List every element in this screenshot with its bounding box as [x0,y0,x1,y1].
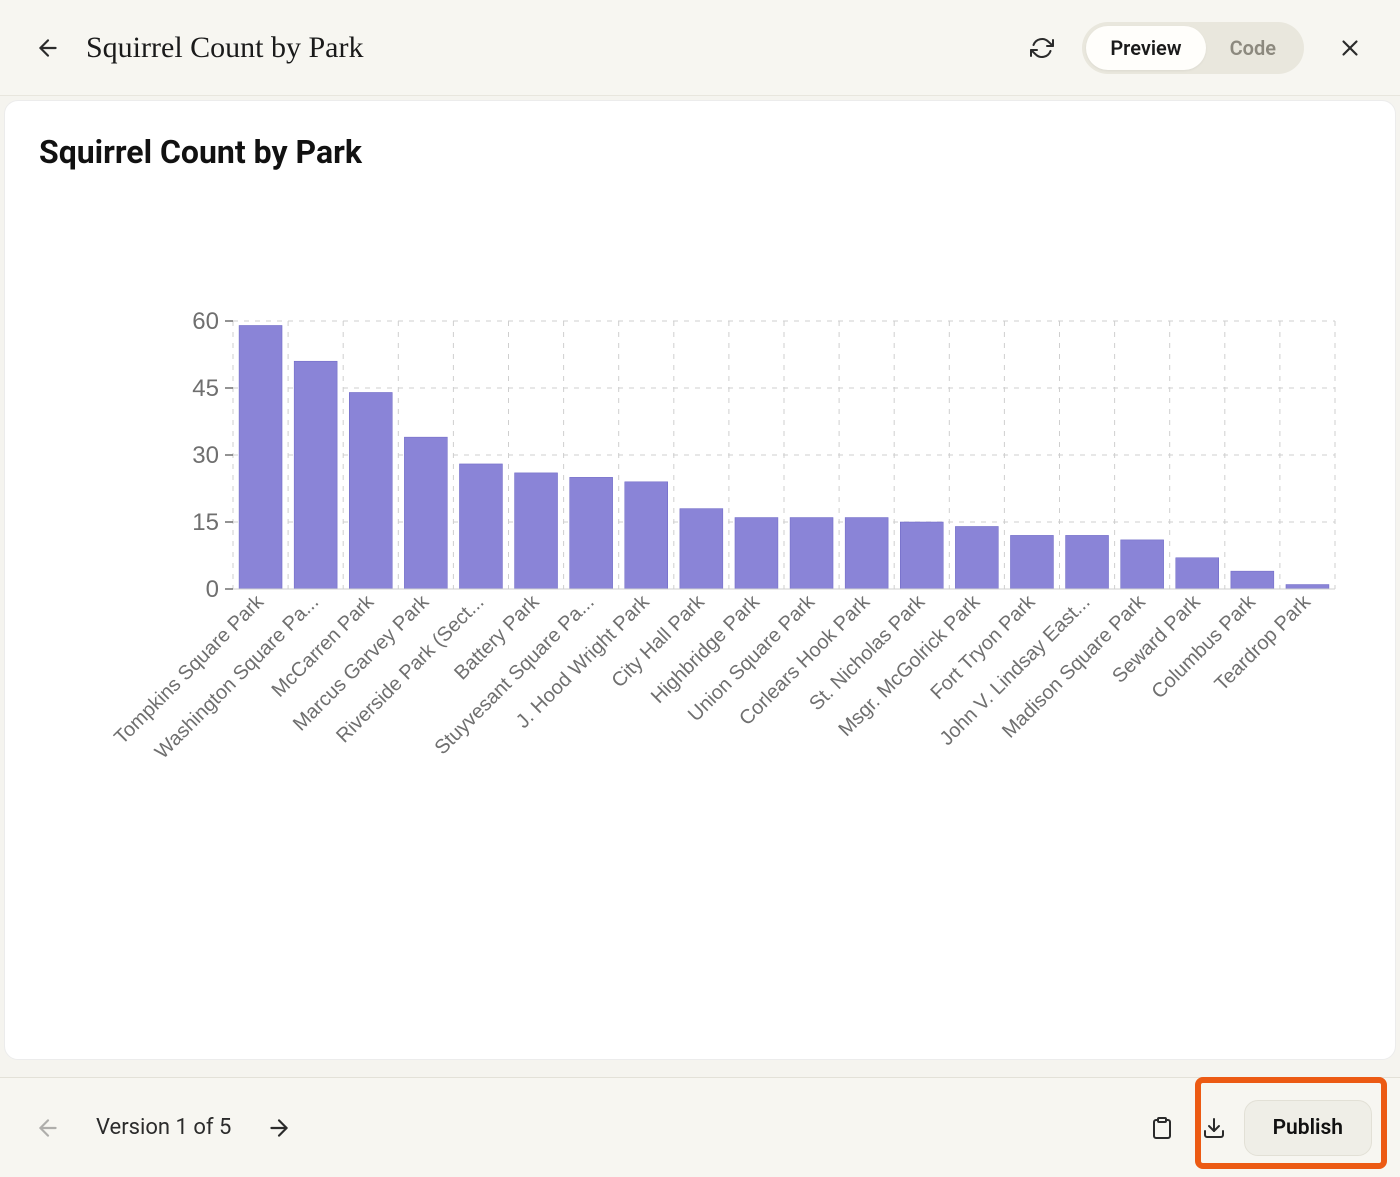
bar [735,518,778,589]
close-button[interactable] [1328,26,1372,70]
clipboard-icon [1150,1116,1174,1140]
chart-title: Squirrel Count by Park [39,133,1367,171]
bar [239,325,282,589]
svg-text:0: 0 [206,576,219,603]
bar [1066,535,1109,589]
bar [349,392,392,589]
bar [404,437,447,589]
bar [1231,571,1274,589]
bar [459,464,502,589]
bar [625,482,668,589]
bar [294,361,337,589]
bar [680,509,723,589]
download-icon [1202,1116,1226,1140]
footer-bar: Version 1 of 5 Publish [0,1077,1400,1177]
refresh-button[interactable] [1020,26,1064,70]
version-next-button[interactable] [259,1108,299,1148]
bar [1121,540,1164,589]
download-button[interactable] [1192,1106,1236,1150]
publish-button[interactable]: Publish [1244,1100,1372,1156]
svg-text:15: 15 [192,509,219,536]
svg-text:45: 45 [192,375,219,402]
bar [955,526,998,589]
bar [515,473,558,589]
bar [570,477,613,589]
bar [845,518,888,589]
version-label: Version 1 of 5 [96,1115,231,1140]
view-toggle: Preview Code [1082,22,1304,74]
copy-button[interactable] [1140,1106,1184,1150]
x-tick-label: Teardrop Park [1211,590,1316,695]
tab-preview[interactable]: Preview [1086,26,1205,70]
close-icon [1337,35,1363,61]
version-prev-button[interactable] [28,1108,68,1148]
bar [790,518,833,589]
svg-text:30: 30 [192,442,219,469]
arrow-left-icon [35,1115,61,1141]
arrow-right-icon [266,1115,292,1141]
svg-text:60: 60 [192,308,219,335]
page-title: Squirrel Count by Park [86,31,364,65]
bar [1176,558,1219,589]
bar [1286,585,1329,589]
bar [900,522,943,589]
bar [1010,535,1053,589]
header-bar: Squirrel Count by Park Preview Code [0,0,1400,96]
tab-code[interactable]: Code [1206,26,1300,70]
preview-panel: Squirrel Count by Park 015304560Tompkins… [4,100,1396,1060]
chart: 015304560Tompkins Square ParkWashington … [53,221,1355,1029]
back-button[interactable] [28,28,68,68]
arrow-left-icon [35,35,61,61]
refresh-icon [1030,36,1054,60]
